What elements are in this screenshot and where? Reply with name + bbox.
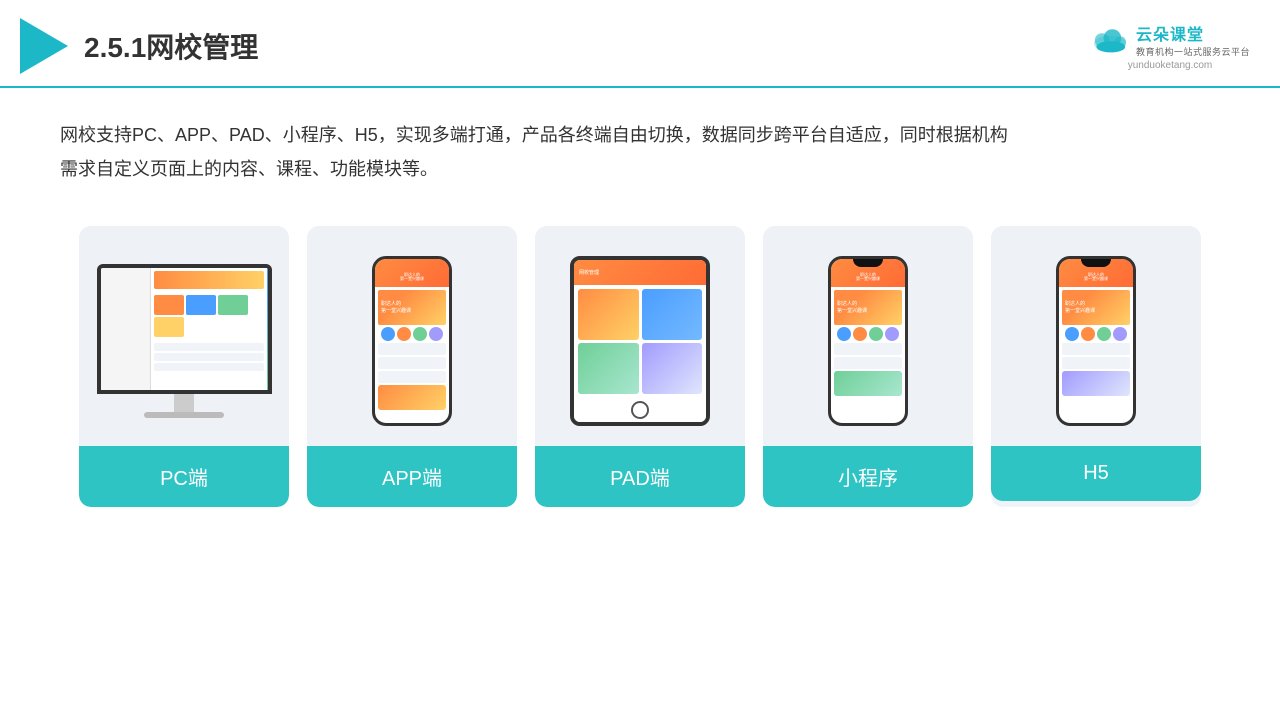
card-pc-image xyxy=(79,226,289,446)
miniapp-phone-content: 职达人的第一堂兴趣课 xyxy=(831,287,905,423)
description-text: 网校支持PC、APP、PAD、小程序、H5，实现多端打通，产品各终端自由切换，数… xyxy=(0,88,1280,206)
page-title: 2.5.1网校管理 xyxy=(84,26,258,66)
card-miniapp: 职达人的第一堂兴趣课 职达人的第一堂兴趣课 xyxy=(763,226,973,507)
h5-icon-4 xyxy=(1113,327,1127,341)
card-h5-label: H5 xyxy=(991,446,1201,501)
card-app-label: APP端 xyxy=(307,446,517,507)
cloud-icon xyxy=(1090,26,1130,54)
pad-card-1 xyxy=(578,289,639,340)
card-pc: PC端 xyxy=(79,226,289,507)
pad-tablet-mockup: 网校管理 xyxy=(570,256,710,426)
miniapp-phone-mockup: 职达人的第一堂兴趣课 职达人的第一堂兴趣课 xyxy=(828,256,908,426)
h5-phone-icons xyxy=(1062,327,1130,341)
card-app: 职达人的第一堂兴趣课 职达人的第一堂兴趣课 xyxy=(307,226,517,507)
h5-phone-header-text: 职达人的第一堂兴趣课 xyxy=(1084,273,1108,283)
pc-sidebar xyxy=(101,268,151,390)
app-list-2 xyxy=(378,357,446,369)
h5-phone-mockup: 职达人的第一堂兴趣课 职达人的第一堂兴趣课 xyxy=(1056,256,1136,426)
brand-slogan: 教育机构一站式服务云平台 xyxy=(1136,45,1250,58)
miniapp-icon-2 xyxy=(853,327,867,341)
pad-tablet-screen: 网校管理 xyxy=(574,260,706,422)
card-pc-label: PC端 xyxy=(79,446,289,507)
logo-triangle-icon xyxy=(20,18,68,74)
pad-tablet-content xyxy=(574,285,706,398)
app-phone-content: 职达人的第一堂兴趣课 xyxy=(375,287,449,423)
card-pad: 网校管理 PAD端 xyxy=(535,226,745,507)
h5-icon-2 xyxy=(1081,327,1095,341)
app-phone-header-text: 职达人的第一堂兴趣课 xyxy=(400,273,424,283)
card-app-image: 职达人的第一堂兴趣课 职达人的第一堂兴趣课 xyxy=(307,226,517,446)
card-miniapp-label: 小程序 xyxy=(763,446,973,507)
pad-card-4 xyxy=(642,343,703,394)
miniapp-phone-screen: 职达人的第一堂兴趣课 职达人的第一堂兴趣课 xyxy=(831,259,905,423)
miniapp-phone-notch xyxy=(853,259,883,267)
miniapp-icon-4 xyxy=(885,327,899,341)
miniapp-list-1 xyxy=(834,343,902,355)
miniapp-phone-header-text: 职达人的第一堂兴趣课 xyxy=(856,273,880,283)
app-phone-icons xyxy=(378,327,446,341)
cards-container: PC端 职达人的第一堂兴趣课 职达人的第一堂兴趣课 xyxy=(0,206,1280,507)
brand-text: 云朵课堂 教育机构一站式服务云平台 xyxy=(1136,21,1250,58)
h5-phone-content: 职达人的第一堂兴趣课 xyxy=(1059,287,1133,423)
h5-list-1 xyxy=(1062,343,1130,355)
pad-tablet-header: 网校管理 xyxy=(574,260,706,285)
miniapp-phone-banner: 职达人的第一堂兴趣课 xyxy=(834,290,902,325)
brand-area: 云朵课堂 教育机构一站式服务云平台 yunduoketang.com xyxy=(1090,21,1250,71)
card-miniapp-image: 职达人的第一堂兴趣课 职达人的第一堂兴趣课 xyxy=(763,226,973,446)
pc-mockup xyxy=(97,264,272,418)
card-pad-image: 网校管理 xyxy=(535,226,745,446)
header-left: 2.5.1网校管理 xyxy=(20,18,258,74)
pc-main xyxy=(151,268,268,390)
miniapp-phone-icons xyxy=(834,327,902,341)
pc-base xyxy=(144,412,224,418)
app-phone-banner: 职达人的第一堂兴趣课 xyxy=(378,290,446,325)
brand-url: yunduoketang.com xyxy=(1128,60,1213,71)
miniapp-icon-3 xyxy=(869,327,883,341)
h5-phone-banner: 职达人的第一堂兴趣课 xyxy=(1062,290,1130,325)
pad-card-2 xyxy=(642,289,703,340)
card-h5: 职达人的第一堂兴趣课 职达人的第一堂兴趣课 xyxy=(991,226,1201,507)
description-paragraph-2: 需求自定义页面上的内容、课程、功能模块等。 xyxy=(60,152,1220,186)
pad-card-3 xyxy=(578,343,639,394)
h5-list-2 xyxy=(1062,357,1130,369)
app-icon-3 xyxy=(413,327,427,341)
description-paragraph: 网校支持PC、APP、PAD、小程序、H5，实现多端打通，产品各终端自由切换，数… xyxy=(60,118,1220,152)
app-icon-2 xyxy=(397,327,411,341)
h5-phone-screen: 职达人的第一堂兴趣课 职达人的第一堂兴趣课 xyxy=(1059,259,1133,423)
h5-icon-3 xyxy=(1097,327,1111,341)
app-list-3 xyxy=(378,371,446,383)
brand-logo: 云朵课堂 教育机构一站式服务云平台 xyxy=(1090,21,1250,58)
pc-stand xyxy=(174,394,194,412)
miniapp-icon-1 xyxy=(837,327,851,341)
app-phone-mockup: 职达人的第一堂兴趣课 职达人的第一堂兴趣课 xyxy=(372,256,452,426)
app-icon-1 xyxy=(381,327,395,341)
app-list-1 xyxy=(378,343,446,355)
brand-name: 云朵课堂 xyxy=(1136,21,1250,45)
pad-home-btn xyxy=(631,401,649,419)
app-icon-4 xyxy=(429,327,443,341)
app-phone-header: 职达人的第一堂兴趣课 xyxy=(375,259,449,287)
h5-phone-notch xyxy=(1081,259,1111,267)
app-phone-screen: 职达人的第一堂兴趣课 职达人的第一堂兴趣课 xyxy=(375,259,449,423)
h5-icon-1 xyxy=(1065,327,1079,341)
card-pad-label: PAD端 xyxy=(535,446,745,507)
pc-screen xyxy=(101,268,268,390)
miniapp-list-2 xyxy=(834,357,902,369)
header: 2.5.1网校管理 云朵课堂 教育机构一站式服务云平台 yunduoketang… xyxy=(0,0,1280,88)
card-h5-image: 职达人的第一堂兴趣课 职达人的第一堂兴趣课 xyxy=(991,226,1201,446)
pc-monitor xyxy=(97,264,272,394)
